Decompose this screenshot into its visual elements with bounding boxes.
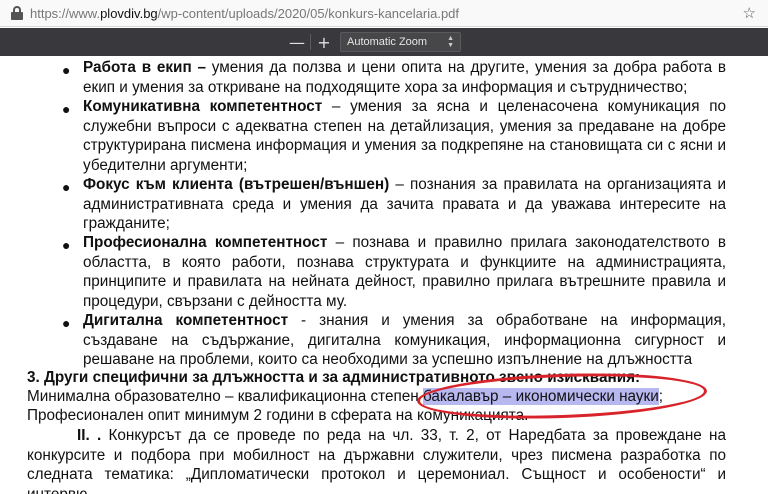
toolbar-separator: [310, 34, 311, 50]
competency-item: Дигитална компетентност - знания и умени…: [83, 311, 726, 370]
competency-term: Работа в екип –: [83, 59, 206, 76]
address-bar[interactable]: https://www.plovdiv.bg/wp-content/upload…: [0, 0, 768, 27]
lock-icon[interactable]: [10, 5, 24, 21]
bullet-icon: ●: [62, 237, 71, 253]
competency-term: Професионална компетентност: [83, 234, 328, 251]
experience-line: Професионален опит минимум 2 години в сф…: [27, 407, 529, 424]
zoom-select-value: Automatic Zoom: [347, 36, 428, 48]
zoom-in-button[interactable]: +: [313, 31, 335, 53]
bullet-icon: ●: [62, 179, 71, 195]
competency-item: Комуникативна компетентност – умения за …: [83, 97, 726, 175]
min-education-end: ;: [658, 388, 664, 405]
min-education-label: Минимална образователно – квалификационн…: [27, 388, 423, 405]
bullet-icon: ●: [62, 62, 71, 78]
bullet-icon: ●: [62, 315, 71, 331]
section-2-paragraph: II. . Конкурсът да се проведе по реда на…: [27, 426, 726, 494]
competency-item: Фокус към клиента (вътрешен/външен) – по…: [83, 175, 726, 234]
competency-term: Фокус към клиента (вътрешен/външен): [83, 176, 390, 193]
competency-term: Дигитална компетентност: [83, 312, 289, 329]
pdf-page: ● Работа в екип – умения да ползва и цен…: [0, 56, 768, 494]
section-2-text: Конкурсът да се проведе по реда на чл. 3…: [27, 427, 727, 494]
section-2-number: II. .: [77, 427, 102, 444]
zoom-out-button[interactable]: —: [286, 31, 308, 53]
min-education-line: Минимална образователно – квалификационн…: [27, 387, 663, 407]
bookmark-star-icon[interactable]: ☆: [743, 4, 756, 22]
url-text[interactable]: https://www.plovdiv.bg/wp-content/upload…: [30, 6, 459, 21]
section-3-heading: 3. Други специфични за длъжността и за а…: [27, 369, 641, 386]
pdf-toolbar: — + Automatic Zoom ▲ ▼: [0, 28, 768, 56]
competency-item: Работа в екип – умения да ползва и цени …: [83, 58, 726, 97]
highlighted-degree[interactable]: бакалавър – икономически науки: [422, 388, 659, 405]
bullet-icon: ●: [62, 101, 71, 117]
competency-term: Комуникативна компетентност: [83, 98, 323, 115]
competency-item: Професионална компетентност – познава и …: [83, 233, 726, 311]
select-arrows-icon: ▲ ▼: [447, 35, 454, 49]
zoom-select[interactable]: Automatic Zoom ▲ ▼: [340, 32, 461, 52]
